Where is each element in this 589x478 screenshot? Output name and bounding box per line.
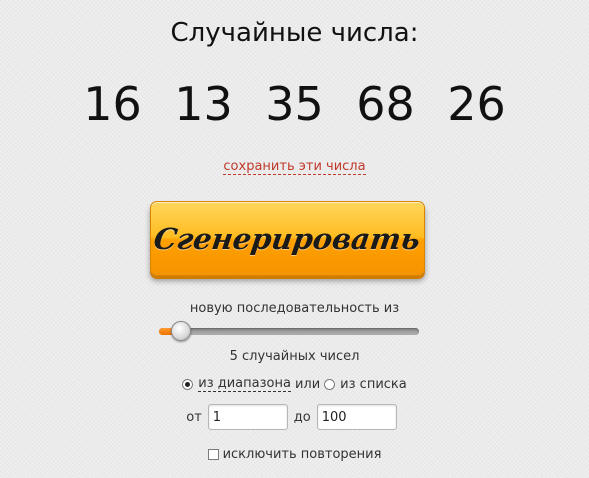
random-number: 13 (174, 77, 233, 131)
save-link-row: сохранить эти числа (0, 159, 589, 175)
slider-handle[interactable] (171, 321, 191, 341)
to-input[interactable] (316, 404, 397, 430)
list-option-label[interactable]: из списка (340, 377, 407, 392)
exclude-repeats-checkbox[interactable] (207, 449, 219, 460)
exclude-repeats-label[interactable]: исключить повторения (223, 447, 382, 462)
save-numbers-link[interactable]: сохранить эти числа (223, 159, 366, 175)
list-radio[interactable] (324, 378, 336, 390)
page-title: Случайные числа: (170, 18, 419, 48)
count-label: 5 случайных чисел (229, 349, 360, 364)
exclude-repeats-row: исключить повторения (0, 447, 589, 462)
random-numbers: 16 13 35 68 26 (0, 74, 589, 134)
sequence-label: новую последовательность из (189, 301, 400, 316)
range-radio[interactable] (182, 378, 194, 390)
slider-track[interactable] (159, 328, 419, 335)
range-option-label[interactable]: из диапазона (198, 376, 291, 392)
to-label: до (293, 409, 311, 425)
from-label: от (186, 409, 202, 425)
random-number: 35 (265, 77, 324, 131)
random-number: 16 (83, 77, 142, 131)
count-slider[interactable] (159, 319, 419, 343)
range-row: от до (0, 404, 589, 430)
from-input[interactable] (207, 404, 288, 430)
generate-button[interactable]: Сгенерировать (150, 201, 425, 276)
or-separator: или (294, 376, 321, 392)
generate-button-label: Сгенерировать (152, 221, 423, 256)
random-number: 26 (447, 77, 506, 131)
random-number: 68 (356, 77, 415, 131)
source-selector: из диапазона или из списка (0, 376, 589, 392)
